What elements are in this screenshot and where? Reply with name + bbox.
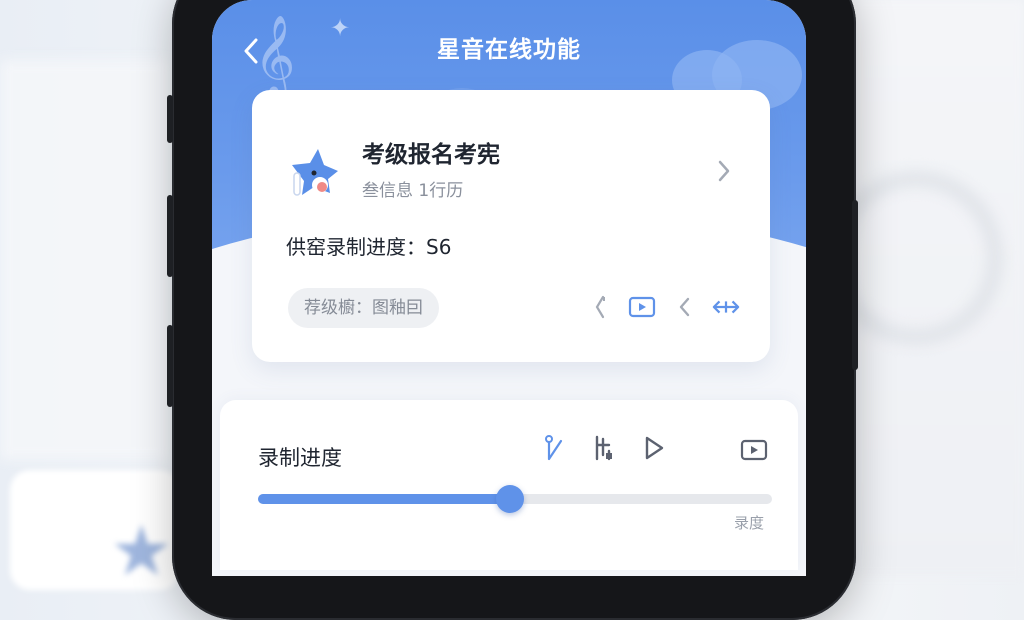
video-icon[interactable]	[740, 436, 768, 464]
recording-tool-icons	[540, 434, 668, 462]
background-panel-left	[0, 60, 170, 460]
level-tag[interactable]: 荐级櫥：图釉囙	[288, 288, 439, 328]
recording-progress-card: 录制进度 录度	[220, 400, 798, 570]
page-title: 星音在线功能	[437, 37, 581, 63]
phone-side-button	[167, 195, 173, 277]
bracket-icon[interactable]	[586, 293, 614, 321]
card-action-icons	[586, 292, 740, 322]
recording-progress-title: 录制进度	[258, 446, 342, 470]
phone-side-button	[167, 95, 173, 143]
slider-thumb[interactable]	[495, 485, 524, 513]
phone-side-button	[852, 200, 858, 370]
slider-caption: 录度	[733, 514, 764, 532]
recording-progress-slider[interactable]	[258, 485, 772, 513]
play-box-icon[interactable]	[628, 293, 656, 321]
phone-screen: 𝄞 ✦ 星音在线功能 考级报名考宪 叁信息 1行历 供窑录制进度：S6 荐级櫥：…	[212, 0, 806, 576]
slider-fill	[258, 494, 510, 504]
bird-mascot-icon	[292, 149, 338, 196]
exam-registration-card[interactable]: 考级报名考宪 叁信息 1行历 供窑录制进度：S6 荐级櫥：图釉囙	[252, 90, 770, 362]
arrows-expand-icon[interactable]	[712, 293, 740, 321]
recording-progress-text: 供窑录制进度：S6	[286, 235, 452, 259]
card-subtitle: 叁信息 1行历	[362, 181, 464, 201]
background-star-icon: ★	[110, 510, 173, 592]
chevron-left-icon[interactable]	[670, 293, 698, 321]
metronome-icon[interactable]	[590, 434, 618, 462]
chevron-right-icon	[718, 160, 730, 182]
tuning-fork-icon[interactable]	[540, 434, 568, 462]
card-title: 考级报名考宪	[362, 142, 500, 168]
play-icon[interactable]	[640, 434, 668, 462]
phone-side-button	[167, 325, 173, 407]
card-open-button[interactable]	[716, 158, 732, 191]
